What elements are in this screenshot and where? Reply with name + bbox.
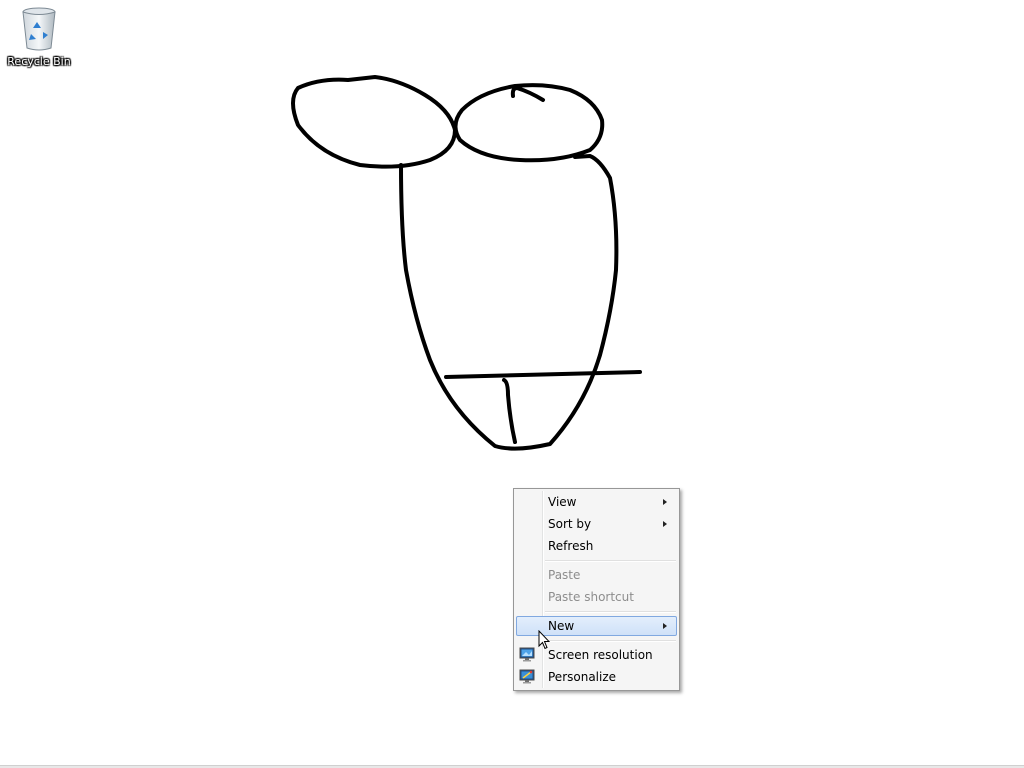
menu-item-label: Refresh	[548, 539, 594, 553]
recycle-bin-shortcut[interactable]: Recycle Bin	[4, 4, 74, 68]
menu-item-label: Personalize	[548, 670, 617, 684]
menu-item-label: View	[548, 495, 577, 509]
menu-item-paste-shortcut[interactable]: Paste shortcut	[516, 587, 677, 607]
recycle-bin-icon	[22, 7, 56, 51]
menu-item-personalize[interactable]: Personalize	[516, 667, 677, 687]
personalize-icon	[519, 669, 535, 684]
drawing-ear-curl	[510, 86, 545, 102]
menu-item-label: Screen resolution	[548, 648, 653, 662]
drawing-right-ear	[453, 83, 605, 163]
submenu-arrow-icon	[663, 623, 667, 629]
drawing-left-ear	[291, 75, 457, 169]
drawing-vertical-line	[502, 378, 517, 444]
drawing-mouth-line	[444, 370, 642, 379]
menu-item-label: Paste	[548, 568, 581, 582]
desktop-context-menu: View Sort by Refresh Paste Paste shortcu…	[513, 488, 680, 691]
menu-separator	[545, 560, 676, 562]
menu-item-label: Paste shortcut	[548, 590, 634, 604]
menu-item-view[interactable]: View	[516, 492, 677, 512]
submenu-arrow-icon	[663, 499, 667, 505]
menu-item-label: Sort by	[548, 517, 592, 531]
menu-item-sort-by[interactable]: Sort by	[516, 514, 677, 534]
drawing-face	[399, 154, 619, 451]
submenu-arrow-icon	[663, 521, 667, 527]
recycle-bin-label: Recycle Bin	[7, 55, 71, 68]
menu-item-paste[interactable]: Paste	[516, 565, 677, 585]
mouse-cursor-icon	[538, 630, 550, 650]
menu-separator	[545, 611, 676, 613]
menu-separator	[545, 640, 676, 642]
screen-resolution-icon	[519, 647, 535, 662]
freehand-drawing	[291, 75, 642, 451]
menu-item-label: New	[548, 619, 575, 633]
menu-item-refresh[interactable]: Refresh	[516, 536, 677, 556]
desktop[interactable]: Recycle Bin View Sort by Refresh Paste P…	[0, 0, 1024, 768]
